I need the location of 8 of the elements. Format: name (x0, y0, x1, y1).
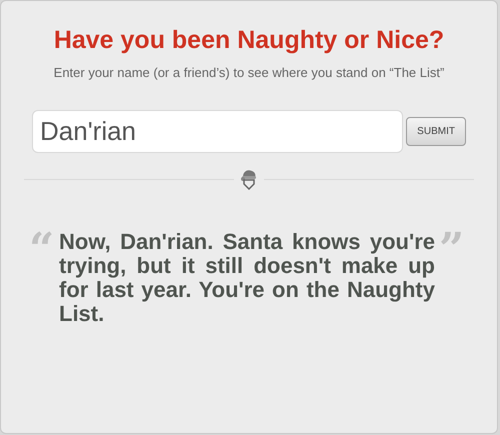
submit-button[interactable]: SUBMIT (406, 117, 466, 146)
name-field[interactable]: Dan'rian (32, 110, 404, 153)
close-quote-mark: ” (438, 230, 465, 270)
santa-icon (240, 168, 258, 190)
page-title: Have you been Naughty or Nice? (54, 25, 444, 55)
subtitle: Enter your name (or a friend’s) to see where you stand on “The List” (54, 65, 444, 81)
open-quote-mark: “ (29, 230, 56, 270)
result-message: Now, Dan'rian. Santa knows you're trying, but it still doesn't make up for last year. You're on the Naughty List. (59, 230, 435, 326)
